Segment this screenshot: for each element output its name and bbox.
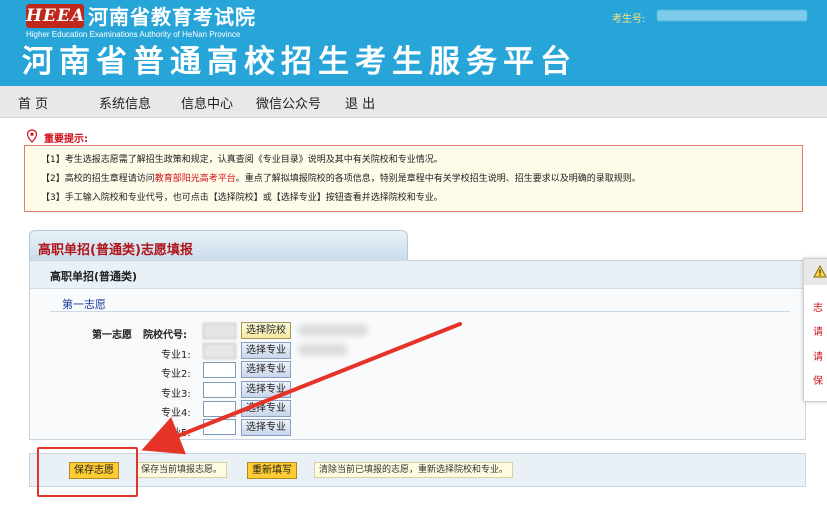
nav-info-center[interactable]: 信息中心 xyxy=(181,93,233,112)
major-3-label: 专业3: xyxy=(161,389,191,400)
major-4-input[interactable] xyxy=(203,401,236,417)
major-4-label: 专业4: xyxy=(161,408,191,419)
major-1-label: 专业1: xyxy=(161,350,191,361)
side-item-4: 保 xyxy=(813,376,823,387)
tips-title: 重要提示: xyxy=(44,134,88,145)
tip-line-2-pre: 【2】高校的招生章程请访问 xyxy=(41,174,155,184)
save-hint: 保存当前填报志愿。 xyxy=(136,462,228,478)
tip-line-2: 【2】高校的招生章程请访问教育部阳光高考平台。重点了解拟填报院校的各项信息，特别… xyxy=(41,173,641,185)
major-1-name-blurred xyxy=(298,344,348,356)
sunshine-gaokao-link[interactable]: 教育部阳光高考平台 xyxy=(155,174,236,184)
tip-line-3: 【3】手工输入院校和专业代号，也可点击【选择院校】或【选择专业】按钮查看并选择院… xyxy=(41,193,443,203)
form-tab: 高职单招(普通类)志愿填报 xyxy=(29,230,408,261)
school-code-label: 院校代号: xyxy=(143,330,187,341)
divider xyxy=(50,311,790,312)
first-choice-title: 第一志愿 xyxy=(62,298,106,311)
select-major-3-button[interactable]: 选择专业 xyxy=(241,381,291,398)
action-bar: 保存志愿 保存当前填报志愿。 重新填写 清除当前已填报的志愿，重新选择院校和专业… xyxy=(29,453,806,487)
side-item-3: 请 xyxy=(813,352,823,363)
school-code-input[interactable] xyxy=(203,323,236,339)
select-major-4-button[interactable]: 选择专业 xyxy=(241,400,291,417)
major-3-input[interactable] xyxy=(203,382,236,398)
nav-system-info[interactable]: 系统信息 xyxy=(99,93,151,112)
nav-home[interactable]: 首 页 xyxy=(18,93,48,112)
tips-box: 【1】考生选报志愿需了解招生政策和规定，认真查阅《专业目录》说明及其中有关院校和… xyxy=(24,145,803,212)
panel-header: 高职单招(普通类) xyxy=(30,261,805,289)
major-2-label: 专业2: xyxy=(161,369,191,380)
select-major-5-button[interactable]: 选择专业 xyxy=(241,419,291,436)
select-school-button[interactable]: 选择院校 xyxy=(241,322,291,339)
select-major-1-button[interactable]: 选择专业 xyxy=(241,342,291,359)
exam-number-value-blurred xyxy=(657,10,807,21)
first-choice-header: 第一志愿 xyxy=(50,290,810,312)
major-1-input[interactable] xyxy=(203,343,236,359)
side-item-2: 请 xyxy=(813,327,823,338)
major-5-input[interactable] xyxy=(203,419,236,435)
select-major-2-button[interactable]: 选择专业 xyxy=(241,361,291,378)
nav-logout[interactable]: 退 出 xyxy=(345,93,375,112)
reset-button[interactable]: 重新填写 xyxy=(247,462,297,479)
major-2-input[interactable] xyxy=(203,362,236,378)
annotation-highlight-box xyxy=(37,447,138,497)
tip-line-1: 【1】考生选报志愿需了解招生政策和规定，认真查阅《专业目录》说明及其中有关院校和… xyxy=(41,155,443,165)
reset-hint: 清除当前已填报的志愿，重新选择院校和专业。 xyxy=(314,462,514,478)
first-choice-label: 第一志愿 xyxy=(92,330,132,341)
nav-wechat[interactable]: 微信公众号 xyxy=(256,93,321,112)
application-panel: 高职单招(普通类) 第一志愿 第一志愿 院校代号: 选择院校 专业1: 选择专业… xyxy=(29,260,806,440)
side-popup-header xyxy=(804,259,827,285)
form-tab-title: 高职单招(普通类)志愿填报 xyxy=(38,243,193,258)
school-name-blurred xyxy=(298,324,368,336)
org-english-name: Higher Education Examinations Authority … xyxy=(26,30,241,39)
exam-number-label: 考生号: xyxy=(612,14,646,25)
platform-title: 河南省普通高校招生考生服务平台 xyxy=(22,44,577,80)
side-popup: 志 请 请 保 xyxy=(803,258,827,402)
site-header: HEEA 河南省教育考试院 Higher Education Examinati… xyxy=(0,0,827,86)
side-item-1: 志 xyxy=(813,303,823,314)
heea-logo: HEEA xyxy=(26,4,86,28)
location-pin-icon xyxy=(26,129,38,143)
panel-title: 高职单招(普通类) xyxy=(50,270,138,283)
warning-icon xyxy=(813,265,827,278)
tip-line-2-post: 。重点了解拟填报院校的各项信息，特别是章程中有关学校招生说明、招生要求以及明确的… xyxy=(235,174,641,184)
org-name: 河南省教育考试院 xyxy=(88,5,256,29)
main-nav: 首 页 系统信息 信息中心 微信公众号 退 出 xyxy=(0,86,827,118)
major-5-label: 专业5: xyxy=(161,428,191,439)
